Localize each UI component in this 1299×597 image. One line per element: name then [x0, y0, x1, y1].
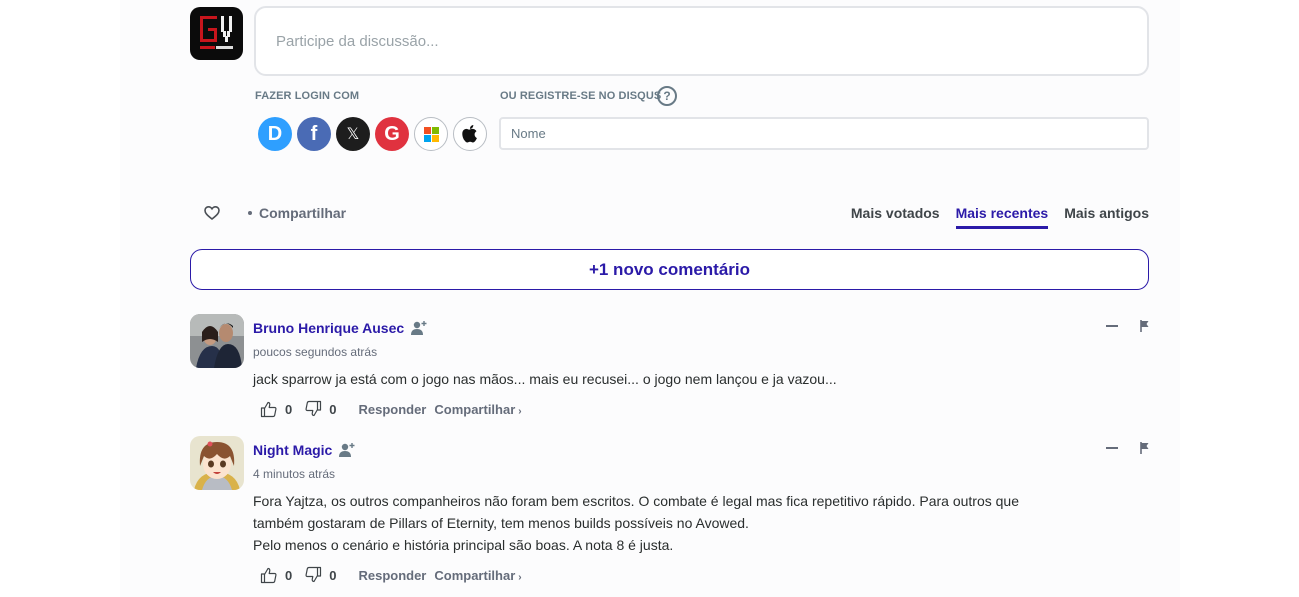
avatar-anime-icon — [190, 436, 244, 490]
upvote-count: 0 — [285, 401, 293, 417]
follow-user-icon[interactable] — [410, 320, 428, 336]
login-x-button[interactable]: 𝕏 — [336, 117, 370, 151]
separator-dot — [248, 211, 252, 215]
new-comments-button[interactable]: +1 novo comentário — [190, 249, 1149, 290]
comment-body: Fora Yajtza, os outros companheiros não … — [253, 490, 1019, 556]
flag-icon[interactable] — [1140, 442, 1150, 454]
collapse-icon[interactable] — [1106, 325, 1118, 327]
thumbs-down-icon — [305, 400, 322, 417]
reply-button[interactable]: Responder — [358, 568, 426, 583]
comment-composer[interactable] — [254, 6, 1149, 76]
comment-line: também gostaram de Pillars of Eternity, … — [253, 515, 749, 531]
comment-timestamp[interactable]: poucos segundos atrás — [253, 345, 377, 359]
login-label: FAZER LOGIN COM — [255, 90, 360, 102]
site-logo — [190, 7, 243, 60]
google-icon: G — [384, 122, 400, 145]
author-name[interactable]: Night Magic — [253, 442, 332, 458]
author-row: Bruno Henrique Ausec — [253, 320, 428, 336]
downvote-count: 0 — [329, 401, 337, 417]
gv-logo-icon — [200, 16, 233, 49]
comment-input[interactable] — [256, 8, 1147, 74]
downvote-button[interactable]: 0 — [304, 566, 336, 584]
comment-actions: 0 0 Responder Compartilhar › — [260, 400, 522, 418]
author-row: Night Magic — [253, 442, 356, 458]
sort-tab-best[interactable]: Mais votados — [851, 205, 940, 227]
microsoft-icon — [423, 126, 439, 142]
name-field[interactable] — [499, 117, 1149, 150]
share-comment-label: Compartilhar — [434, 567, 516, 583]
comment-timestamp[interactable]: 4 minutos atrás — [253, 467, 335, 481]
thumbs-up-icon — [260, 401, 277, 418]
follow-user-icon[interactable] — [338, 442, 356, 458]
login-disqus-button[interactable]: D — [258, 117, 292, 151]
share-comment-button[interactable]: Compartilhar › — [434, 402, 521, 417]
collapse-icon[interactable] — [1106, 447, 1118, 449]
disqus-thread: FAZER LOGIN COM D f 𝕏 G OU REGISTRE-SE N… — [120, 0, 1180, 597]
sort-tab-newest[interactable]: Mais recentes — [955, 205, 1048, 229]
facebook-icon: f — [310, 122, 318, 145]
avatar[interactable] — [190, 436, 244, 490]
x-icon: 𝕏 — [346, 126, 360, 143]
downvote-count: 0 — [329, 567, 337, 583]
login-apple-button[interactable] — [453, 117, 487, 151]
register-label: OU REGISTRE-SE NO DISQUS — [500, 90, 662, 102]
help-icon[interactable]: ? — [657, 86, 677, 106]
author-name[interactable]: Bruno Henrique Ausec — [253, 320, 404, 336]
chevron-right-icon: › — [518, 405, 522, 417]
comment-line: Fora Yajtza, os outros companheiros não … — [253, 493, 1019, 509]
share-thread-label: Compartilhar — [259, 205, 347, 221]
flag-icon[interactable] — [1140, 320, 1150, 332]
chevron-right-icon: › — [518, 571, 522, 583]
share-comment-button[interactable]: Compartilhar › — [434, 568, 521, 583]
avatar[interactable] — [190, 314, 244, 368]
heart-icon[interactable] — [204, 205, 220, 221]
thumbs-up-icon — [260, 567, 277, 584]
upvote-count: 0 — [285, 567, 293, 583]
login-google-button[interactable]: G — [375, 117, 409, 151]
reply-button[interactable]: Responder — [358, 402, 426, 417]
name-input[interactable] — [501, 119, 1147, 148]
thumbs-down-icon — [305, 566, 322, 583]
share-comment-label: Compartilhar — [434, 401, 516, 417]
upvote-button[interactable]: 0 — [260, 566, 292, 584]
disqus-icon: D — [267, 122, 283, 145]
upvote-button[interactable]: 0 — [260, 400, 292, 418]
comment-menu — [1106, 320, 1150, 332]
downvote-button[interactable]: 0 — [304, 400, 336, 418]
login-microsoft-button[interactable] — [414, 117, 448, 151]
comment-actions: 0 0 Responder Compartilhar › — [260, 566, 522, 584]
sort-tab-oldest[interactable]: Mais antigos — [1064, 205, 1149, 227]
comment-menu — [1106, 442, 1150, 454]
share-thread-button[interactable]: Compartilhar — [248, 205, 346, 221]
login-facebook-button[interactable]: f — [297, 117, 331, 151]
comment-line: jack sparrow ja está com o jogo nas mãos… — [253, 371, 837, 387]
avatar-photo-icon — [190, 314, 244, 368]
apple-icon — [462, 125, 477, 143]
comment-line: Pelo menos o cenário e história principa… — [253, 537, 674, 553]
comment-body: jack sparrow ja está com o jogo nas mãos… — [253, 368, 837, 390]
sort-tabs: Mais votados Mais recentes Mais antigos — [851, 205, 1149, 229]
